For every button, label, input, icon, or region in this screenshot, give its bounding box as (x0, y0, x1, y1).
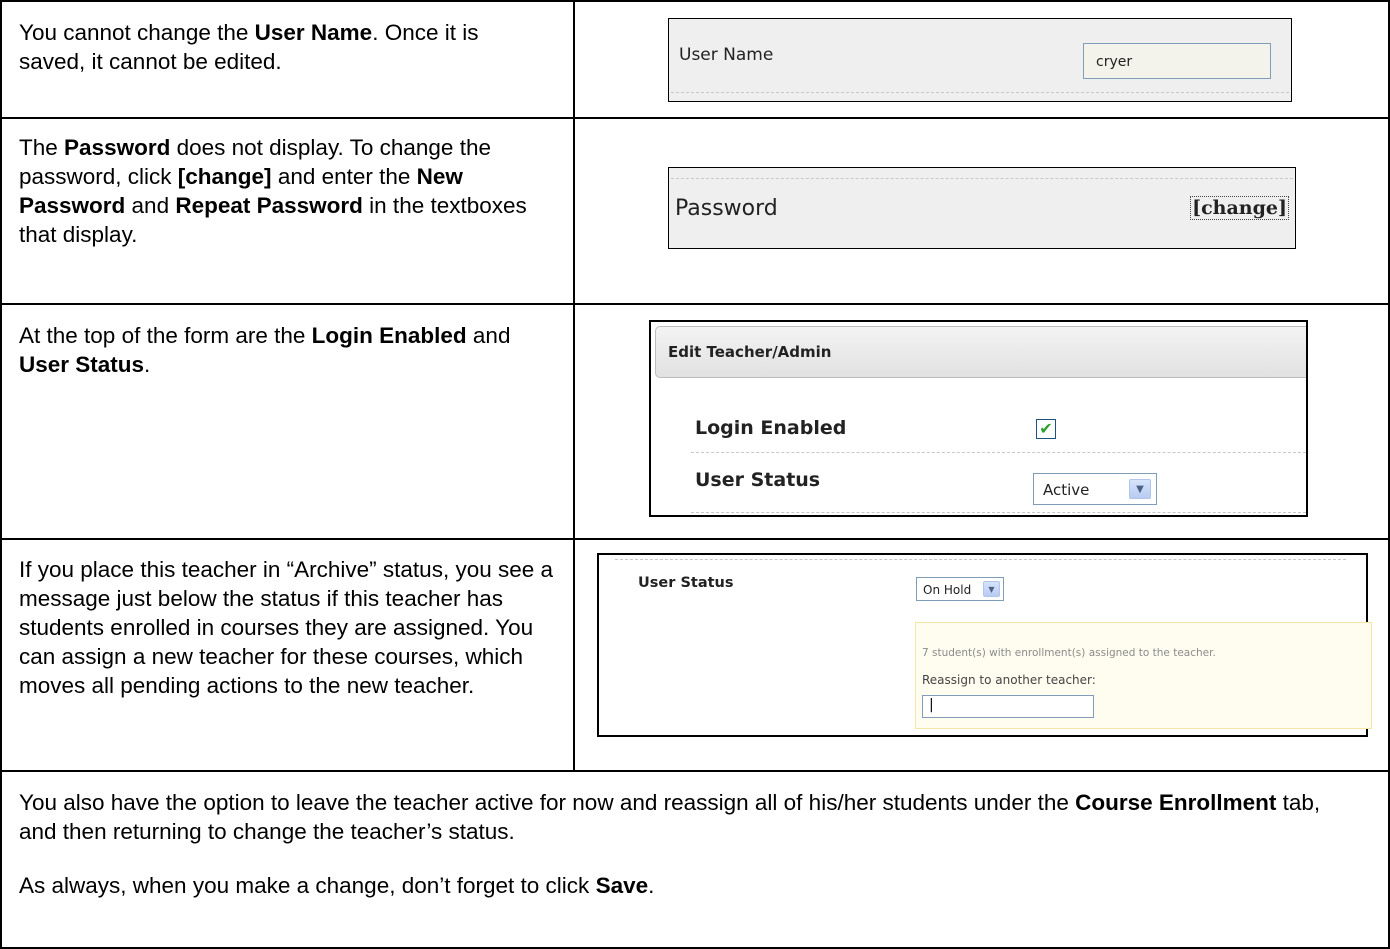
bold-term: Password (64, 135, 171, 160)
row2-text-cell: The Password does not display. To change… (0, 117, 575, 305)
bold-term: Save (595, 873, 649, 898)
row3-description: At the top of the form are the Login Ena… (19, 321, 549, 379)
text-run: If you place this teacher in “Archive” s… (19, 557, 554, 698)
chevron-down-icon[interactable]: ▼ (1129, 479, 1151, 499)
user-status-select[interactable]: On Hold ▼ (916, 577, 1004, 601)
divider (671, 92, 1289, 93)
bold-term: [change] (177, 164, 272, 189)
reassign-label: Reassign to another teacher: (922, 673, 1096, 687)
bold-term: User Status (19, 352, 145, 377)
checkmark-icon: ✔ (1039, 419, 1053, 438)
divider (691, 452, 1306, 453)
text-run: . (144, 352, 151, 377)
bold-term: Repeat Password (175, 193, 363, 218)
footer-cell: You also have the option to leave the te… (0, 770, 1390, 949)
username-label: User Name (679, 45, 774, 65)
bold-term: Course Enrollment (1075, 790, 1277, 815)
password-field-screenshot: Password [change] (668, 167, 1296, 249)
login-enabled-checkbox[interactable]: ✔ (1036, 419, 1056, 439)
reassign-teacher-screenshot: User Status On Hold ▼ 7 student(s) with … (597, 553, 1372, 737)
text-run: and (466, 323, 511, 348)
text-run: and (125, 193, 176, 218)
footer-paragraph-1: You also have the option to leave the te… (19, 788, 1359, 846)
user-status-value: On Hold (923, 583, 972, 597)
text-run: The (19, 135, 65, 160)
password-label: Password (675, 196, 778, 221)
row1-text-cell: You cannot change the User Name. Once it… (0, 0, 575, 119)
text-run: and enter the (271, 164, 417, 189)
chevron-down-icon[interactable]: ▼ (983, 581, 1000, 597)
username-field-screenshot: User Name cryer (668, 18, 1292, 102)
text-run: As always, when you make a change, don’t… (19, 873, 596, 898)
divider (615, 559, 1346, 560)
bold-term: Login Enabled (311, 323, 467, 348)
divider (671, 178, 1293, 179)
reassign-teacher-input[interactable]: | (922, 695, 1094, 718)
username-input[interactable]: cryer (1083, 43, 1271, 79)
user-status-select[interactable]: Active ▼ (1033, 473, 1157, 505)
bold-term: User Name (254, 20, 373, 45)
row3-text-cell: At the top of the form are the Login Ena… (0, 303, 575, 540)
row4-text-cell: If you place this teacher in “Archive” s… (0, 538, 575, 772)
text-run: . (648, 873, 655, 898)
footer-paragraph-2: As always, when you make a change, don’t… (19, 871, 1359, 900)
edit-teacher-screenshot: Edit Teacher/Admin Login Enabled ✔ User … (649, 320, 1308, 517)
instruction-document: You cannot change the User Name. Once it… (0, 0, 1390, 949)
text-run: You cannot change the (19, 20, 255, 45)
login-enabled-label: Login Enabled (695, 417, 847, 439)
divider (691, 512, 1306, 513)
form-header: Edit Teacher/Admin (655, 326, 1306, 378)
row4-description: If you place this teacher in “Archive” s… (19, 555, 569, 700)
row1-description: You cannot change the User Name. Once it… (19, 18, 549, 76)
change-password-link[interactable]: [change] (1190, 196, 1289, 220)
form-title: Edit Teacher/Admin (668, 343, 832, 361)
reassign-message-panel: 7 student(s) with enrollment(s) assigned… (915, 622, 1372, 729)
text-run: At the top of the form are the (19, 323, 312, 348)
user-status-label: User Status (695, 469, 821, 491)
enrollment-message: 7 student(s) with enrollment(s) assigned… (922, 647, 1216, 659)
text-run: You also have the option to leave the te… (19, 790, 1076, 815)
row2-description: The Password does not display. To change… (19, 133, 559, 249)
user-status-value: Active (1043, 481, 1090, 499)
user-status-label: User Status (638, 575, 734, 591)
